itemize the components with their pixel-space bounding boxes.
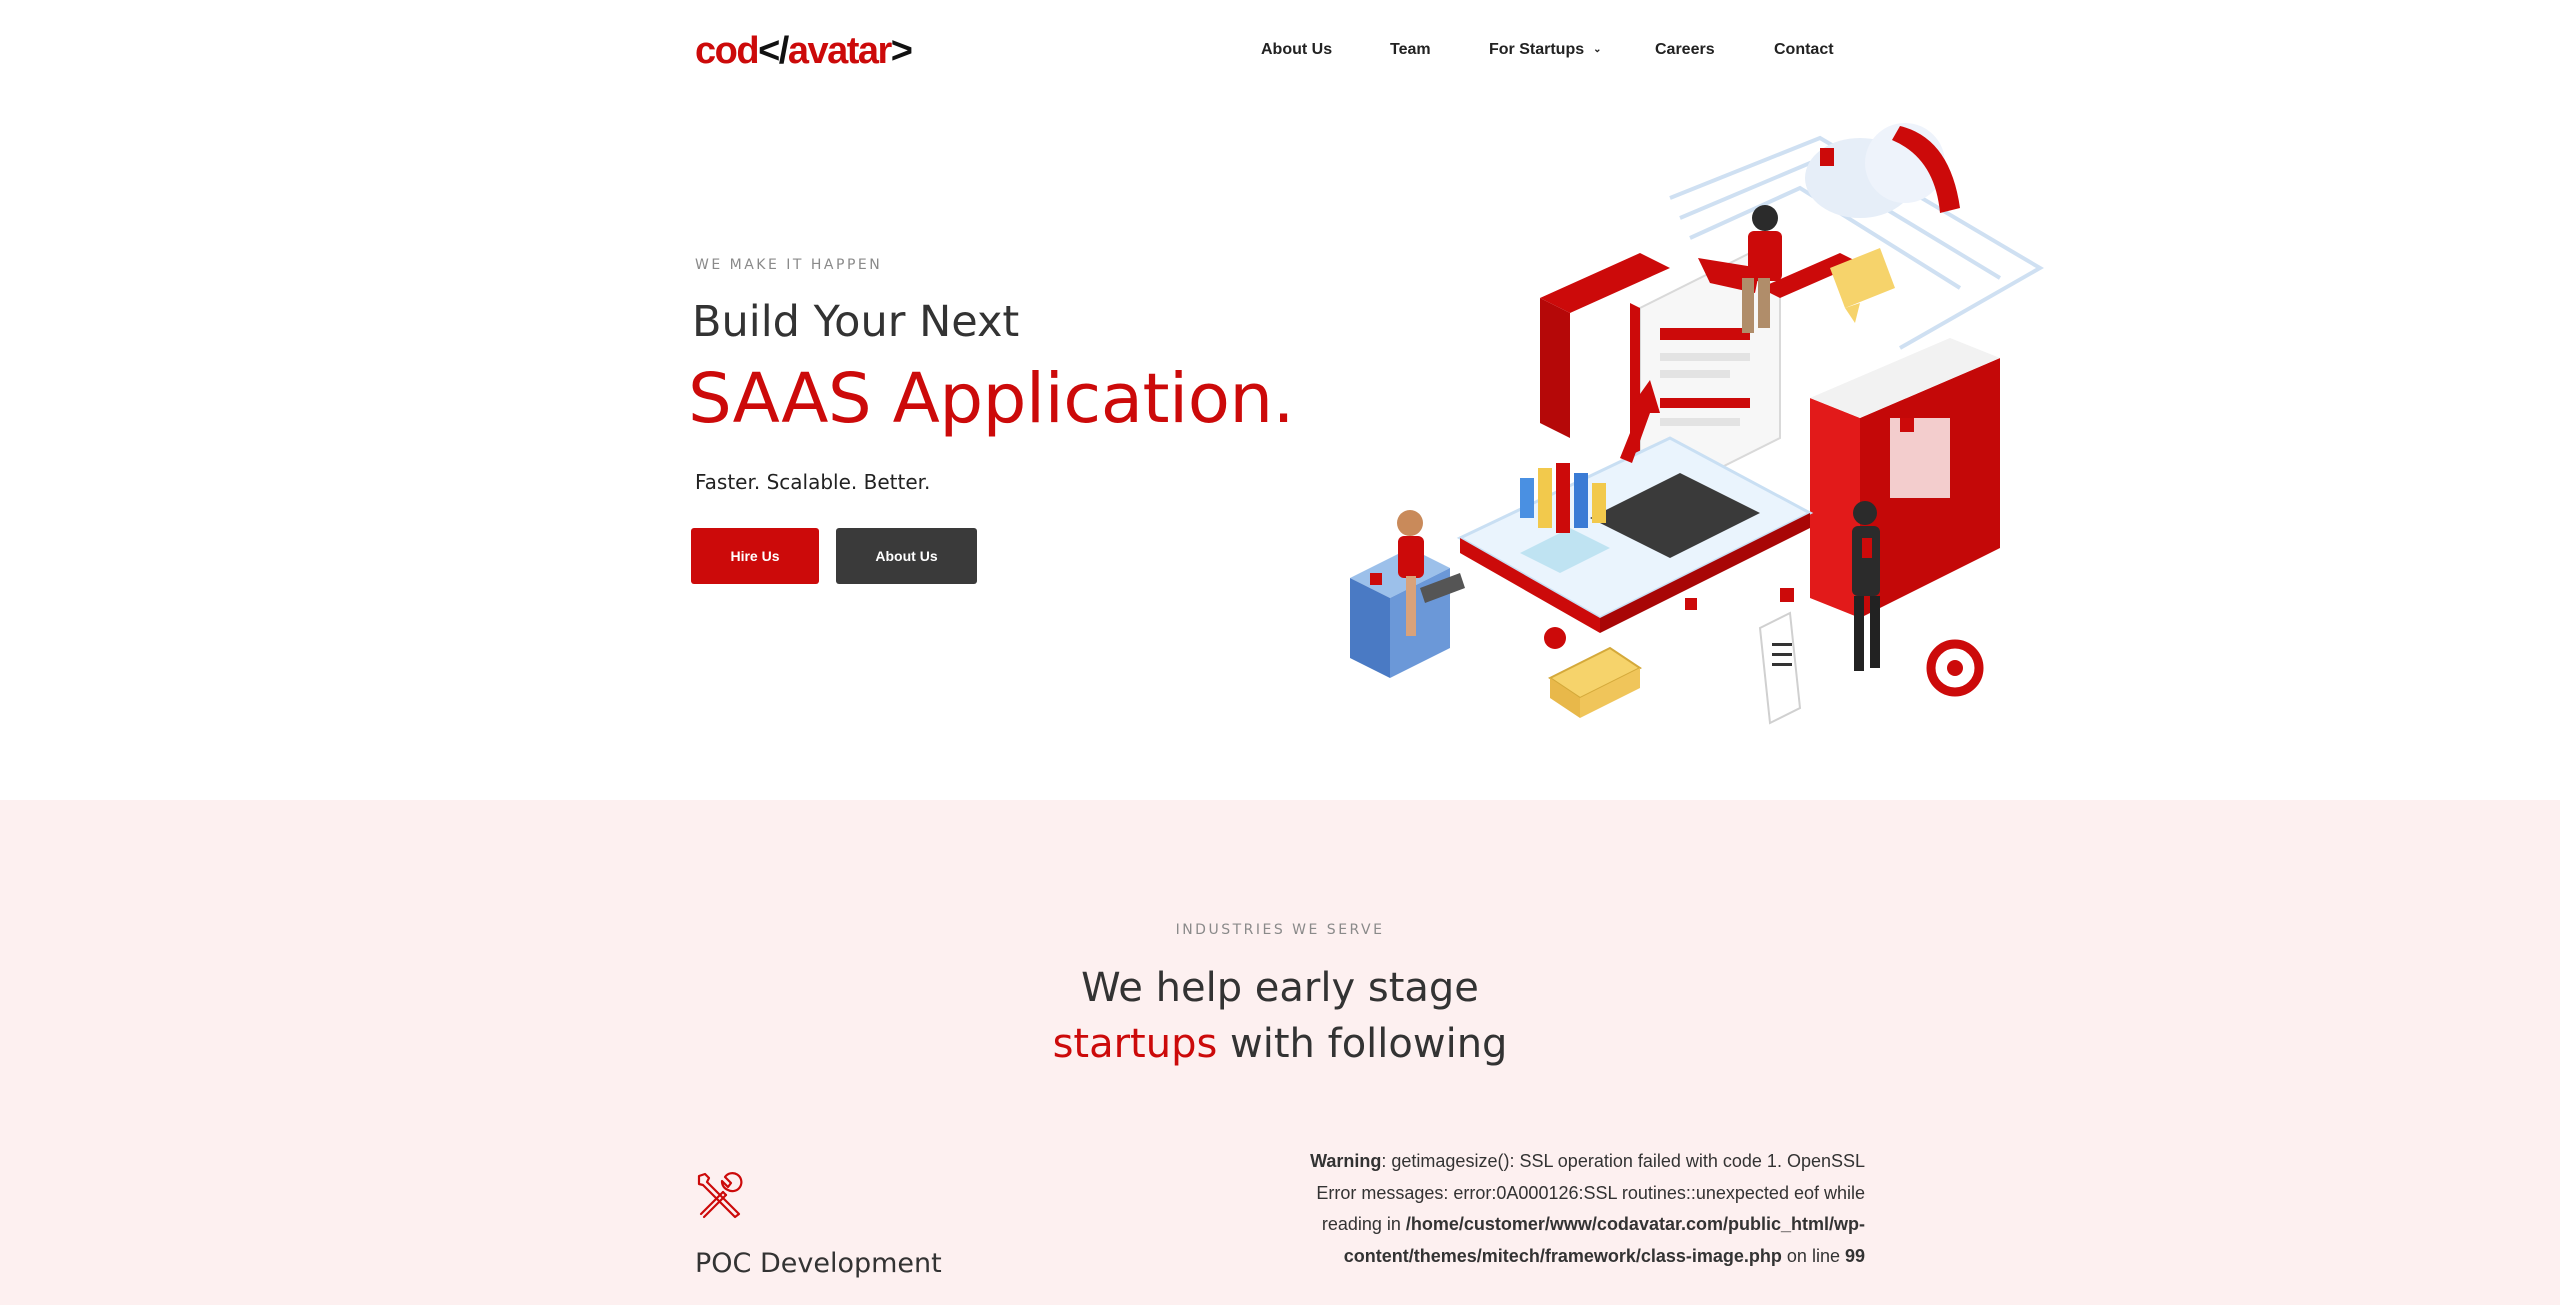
nav-about-us[interactable]: About Us bbox=[1261, 38, 1332, 62]
industries-eyebrow: INDUSTRIES WE SERVE bbox=[1175, 922, 1385, 938]
hero-heading-line2: SAAS Application. bbox=[688, 359, 1295, 439]
main-nav: About Us Team For Startups ⌄ Careers Cont… bbox=[0, 38, 2560, 62]
industries-title-accent: startups bbox=[1052, 1021, 1218, 1067]
warning-label: Warning bbox=[1310, 1151, 1382, 1171]
industries-title: We help early stage startups with follow… bbox=[0, 960, 2560, 1072]
industries-title-line1: We help early stage bbox=[1081, 965, 1479, 1011]
nav-careers[interactable]: Careers bbox=[1655, 38, 1715, 62]
nav-for-startups-label: For Startups bbox=[1489, 41, 1585, 58]
envelope-icon bbox=[1544, 627, 1642, 718]
php-warning-message: Warning: getimagesize(): SSL operation f… bbox=[1290, 1146, 1865, 1272]
warning-text-line: on line bbox=[1781, 1245, 1845, 1266]
server-tower bbox=[1810, 338, 2000, 618]
tools-icon bbox=[697, 1172, 743, 1219]
hero-illustration bbox=[1350, 123, 2044, 725]
industries-section: INDUSTRIES WE SERVE We help early stage … bbox=[0, 800, 2560, 1305]
cloud-icon bbox=[1805, 123, 1960, 218]
poc-development-title: POC Development bbox=[695, 1248, 942, 1279]
about-us-button[interactable]: About Us bbox=[836, 528, 977, 584]
nav-contact[interactable]: Contact bbox=[1774, 38, 1834, 62]
document-icon bbox=[1758, 611, 1802, 725]
nav-team[interactable]: Team bbox=[1390, 38, 1431, 62]
person-standing bbox=[1852, 501, 1880, 671]
person-woman bbox=[1350, 510, 1465, 678]
hire-us-button[interactable]: Hire Us bbox=[691, 528, 819, 584]
chevron-down-icon: ⌄ bbox=[1593, 44, 1602, 55]
hero-heading-line1: Build Your Next bbox=[692, 297, 1020, 347]
laptop bbox=[1456, 436, 1814, 633]
hero-tagline: Faster. Scalable. Better. bbox=[695, 470, 931, 494]
hero-eyebrow: WE MAKE IT HAPPEN bbox=[695, 257, 883, 273]
at-sign-icon bbox=[1926, 639, 1984, 697]
nav-for-startups[interactable]: For Startups ⌄ bbox=[1489, 38, 1602, 64]
industries-title-rest: with following bbox=[1217, 1021, 1508, 1067]
site-header: cod</avatar> About Us Team For Startups ⌄… bbox=[0, 0, 2560, 100]
warning-line-number: 99 bbox=[1844, 1245, 1865, 1266]
